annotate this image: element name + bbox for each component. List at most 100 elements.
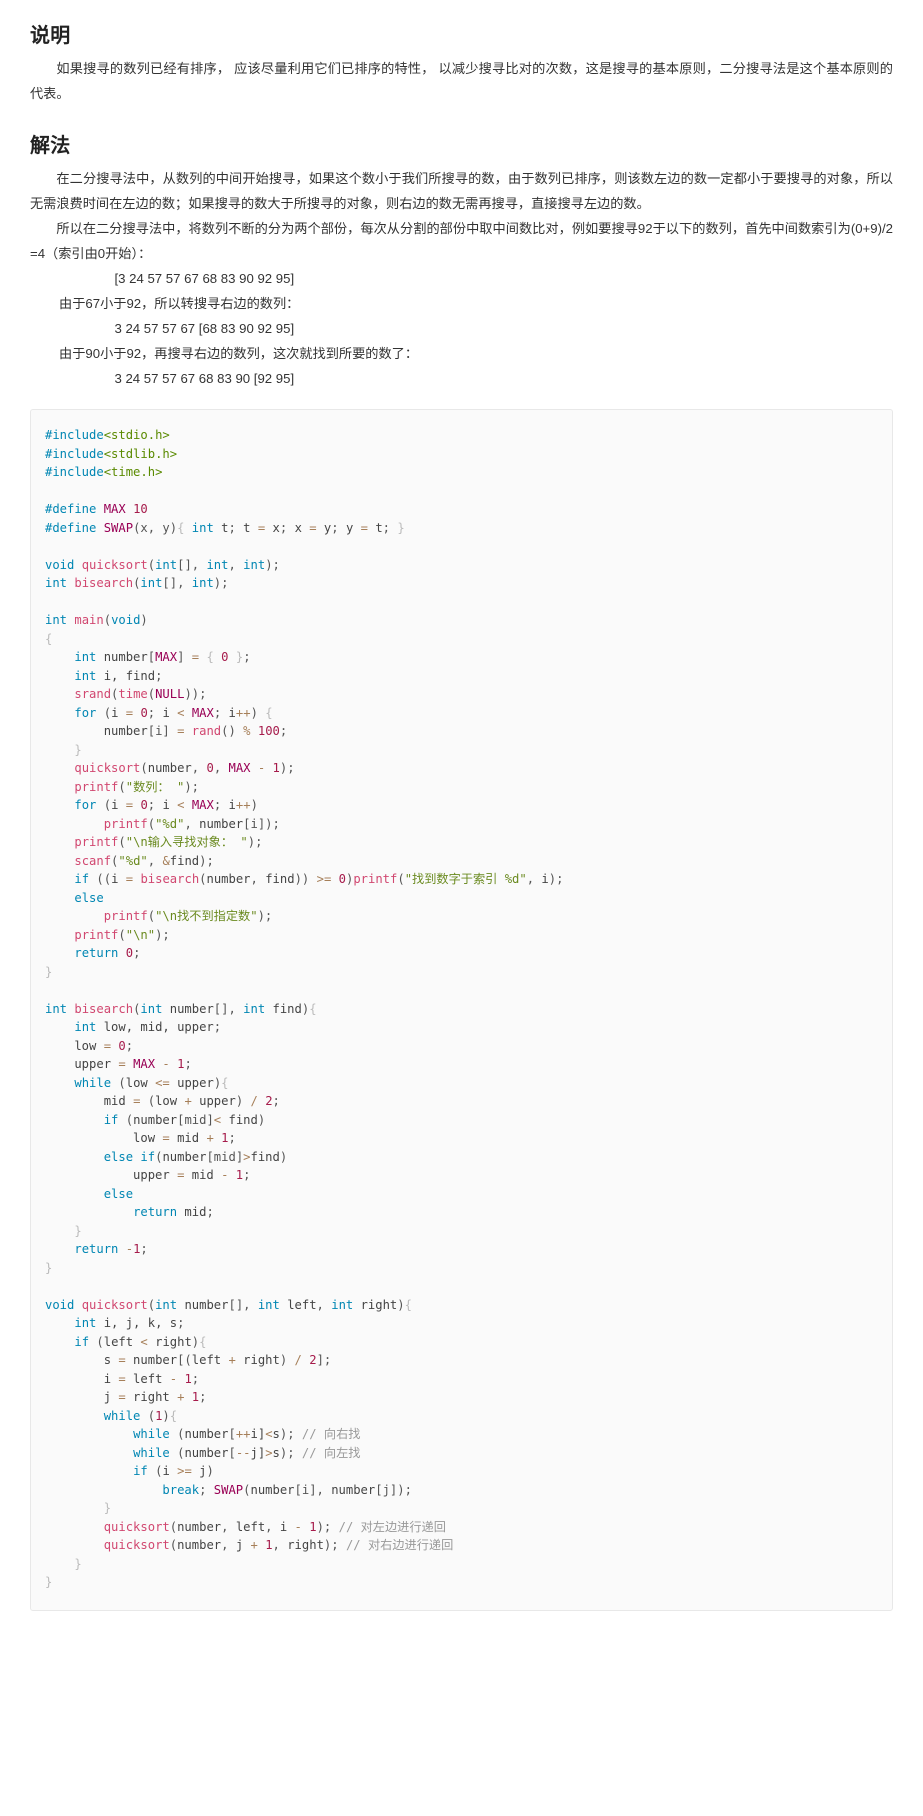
- code-token-pl: number: [45, 724, 148, 738]
- code-token-pl: x: [265, 520, 280, 535]
- code-token-cm: // 对右边进行递回: [345, 1538, 454, 1552]
- code-line: number[i] = rand() % 100;: [45, 722, 878, 741]
- code-token-op: =: [162, 1131, 170, 1145]
- code-line: return -1;: [45, 1240, 878, 1259]
- section-title-solution: 解法: [30, 135, 71, 157]
- code-token-num: 1: [272, 761, 280, 775]
- code-token-num: 0: [140, 798, 148, 812]
- code-token-pun: );: [247, 835, 263, 849]
- code-line: }: [45, 1499, 878, 1518]
- code-token-pun: ): [162, 1408, 170, 1423]
- code-token-pun: ;: [133, 946, 141, 960]
- code-token-fn: quicksort: [81, 557, 148, 572]
- code-line: else: [45, 1185, 878, 1204]
- code-token-fn: scanf: [74, 853, 112, 868]
- code-block[interactable]: #include<stdio.h> #include<stdlib.h> #incl…: [30, 409, 893, 1611]
- code-token-fn: quicksort: [81, 1297, 148, 1312]
- code-token-pl: right: [235, 1353, 280, 1367]
- code-line: int bisearch(int[], int);: [45, 574, 878, 593]
- code-line: int i, find;: [45, 667, 878, 686]
- code-token-op: /: [250, 1094, 258, 1108]
- code-token-pl: mid: [45, 1094, 134, 1108]
- code-token-k: int: [191, 576, 214, 590]
- code-line: int i, j, k, s;: [45, 1314, 878, 1333]
- code-token-pun: ,: [184, 816, 200, 831]
- code-token-pl: i, find: [96, 668, 156, 683]
- code-token-pl: low, mid, upper: [96, 1020, 214, 1034]
- code-line: while (1){: [45, 1407, 878, 1426]
- code-token-str: "\n": [125, 927, 156, 942]
- code-token-pun: (: [125, 1112, 134, 1127]
- code-content[interactable]: #include<stdio.h> #include<stdlib.h> #incl…: [45, 426, 878, 1592]
- code-token-pl: i: [162, 1464, 178, 1478]
- code-token-pun: ));: [184, 687, 207, 701]
- code-token-num: 0: [206, 761, 214, 775]
- code-token-pun: );: [279, 1427, 295, 1441]
- code-token-str: "\n找不到指定数": [155, 909, 258, 923]
- sequence-note-2: 由于90小于92，再搜寻右边的数列，这次就找到所要的数了：: [59, 346, 419, 361]
- code-token-op: >: [265, 1445, 273, 1460]
- code-token-op: =: [125, 872, 134, 886]
- code-token-pun: [: [147, 650, 156, 664]
- code-line: #include<time.h>: [45, 463, 878, 482]
- code-token-k: void: [45, 1297, 75, 1312]
- solution-paragraph-2: 所以在二分搜寻法中，将数列不断的分为两个部份，每次从分割的部份中取中间数比对，例…: [30, 221, 893, 261]
- code-token-num: 1: [265, 1538, 273, 1552]
- code-token-pl: right: [353, 1297, 398, 1312]
- code-token-k: return: [74, 946, 119, 960]
- code-token-pun: ;: [279, 724, 288, 738]
- code-token-pl: find: [221, 1112, 258, 1127]
- code-token-pun: (: [397, 872, 405, 886]
- code-token-fn: main: [74, 613, 104, 627]
- code-line: printf("\n输入寻找对象： ");: [45, 833, 878, 852]
- code-token-mac: NULL: [155, 687, 185, 701]
- code-token-k: while: [133, 1427, 170, 1441]
- code-token-pun: ;: [184, 1057, 192, 1071]
- code-token-op: =: [309, 520, 317, 535]
- document-page: 说明 如果搜寻的数列已经有排序， 应该尽量利用它们已排序的特性， 以减少搜寻比对…: [0, 0, 923, 1651]
- code-token-pl: left: [191, 1353, 229, 1367]
- code-token-mac: MAX: [228, 761, 251, 775]
- code-token-pun: (: [199, 872, 207, 886]
- code-token-pl: x: [287, 520, 310, 535]
- code-token-fn: printf: [103, 909, 148, 923]
- code-token-k: while: [133, 1445, 170, 1460]
- code-token-pun: ;: [177, 1316, 185, 1330]
- code-token-num: 1: [184, 1371, 192, 1386]
- code-token-pun: ): [140, 613, 148, 627]
- code-token-pun: );: [199, 853, 214, 868]
- code-token-str: "找到数字于索引 %d": [404, 872, 527, 886]
- code-line: printf("数列： ");: [45, 778, 878, 797]
- code-token-pun: (: [147, 1297, 156, 1312]
- code-line: if (i >= j): [45, 1462, 878, 1481]
- code-token-pl: s: [272, 1445, 280, 1460]
- code-token-pl: number: [184, 1445, 229, 1460]
- code-token-pl: mid: [177, 1205, 207, 1219]
- code-token-pl: i: [541, 872, 549, 886]
- code-token-br: {: [199, 1334, 207, 1349]
- code-token-hdr: <stdlib.h>: [103, 446, 178, 461]
- code-token-op: >=: [177, 1464, 192, 1478]
- code-token-pl: i: [155, 705, 178, 720]
- code-token-pl: right: [287, 1538, 324, 1552]
- code-token-pun: );: [155, 927, 170, 942]
- code-token-pp: #include: [45, 446, 104, 461]
- code-line: if (number[mid]< find): [45, 1111, 878, 1130]
- code-token-k: return: [74, 1242, 119, 1256]
